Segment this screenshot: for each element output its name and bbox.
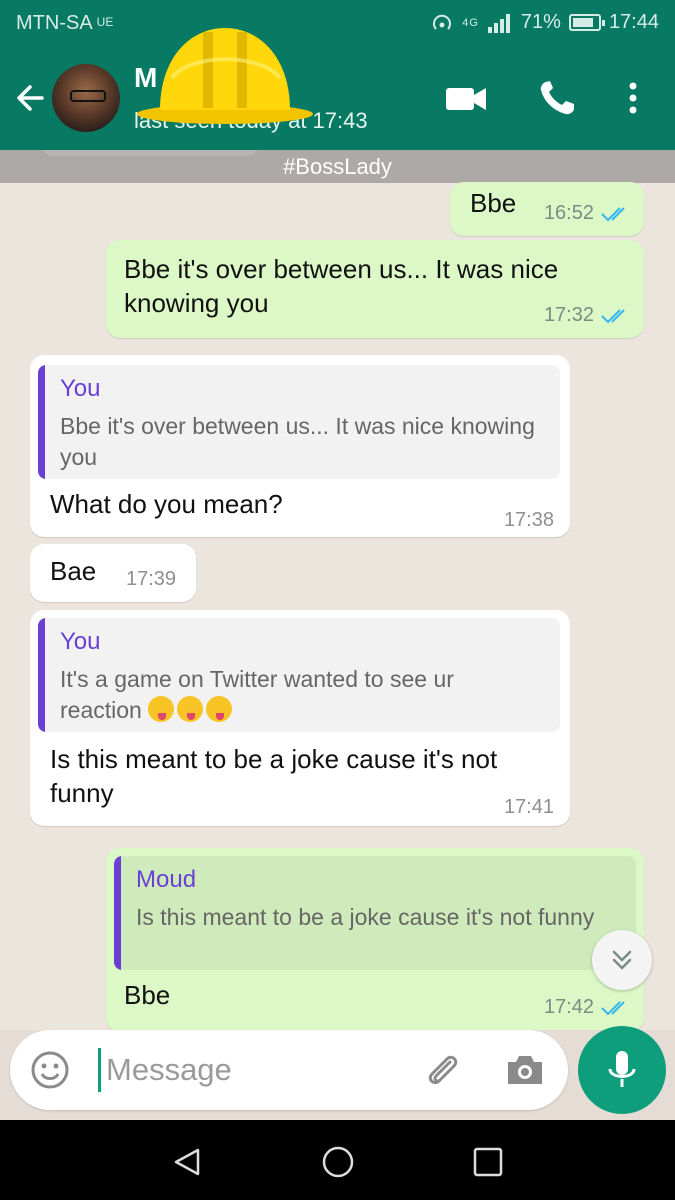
message-bubble-outgoing[interactable]: Bbe 16:52 [450,182,644,236]
read-ticks-icon [601,308,625,323]
message-meta: 17:32 [544,304,630,327]
battery-level [572,18,593,27]
message-bubble-incoming[interactable]: You It's a game on Twitter wanted to see… [30,610,570,826]
message-text: Bbe [470,188,517,218]
message-composer[interactable]: Message [10,1030,568,1110]
hard-hat-sticker-icon [137,28,313,124]
contact-avatar[interactable] [52,64,120,132]
carrier-label: MTN-SA UE [16,12,113,35]
quoted-message[interactable]: Moud Is this meant to be a joke cause it… [114,856,636,970]
nav-back-icon[interactable] [168,1142,208,1182]
signal-icon [487,13,510,33]
quote-accent-bar [114,856,121,970]
camera-icon[interactable] [504,1050,546,1090]
message-time: 17:42 [543,996,594,1018]
message-bubble-incoming[interactable]: Bae 17:39 [30,544,196,602]
status-right: 4G 71% 17:44 [430,11,659,34]
message-text: What do you mean? [50,489,283,519]
message-bubble-outgoing[interactable]: Bbe it's over between us... It was nice … [106,240,644,338]
message-text: Is this meant to be a joke cause it's no… [50,744,498,808]
message-text: Bbe [124,980,171,1010]
battery-percent: 71% [520,11,561,33]
status-bar: MTN-SA UE 4G 71% 17:44 [0,0,675,46]
battery-icon [568,14,605,31]
attach-icon[interactable] [420,1048,464,1092]
scroll-to-bottom-button[interactable] [592,930,652,990]
quote-text: Is this meant to be a joke cause it's no… [136,904,595,930]
video-call-icon[interactable] [444,78,488,118]
message-time: 16:52 [543,202,594,224]
quote-author: Moud [136,866,197,893]
quoted-message[interactable]: You Bbe it's over between us... It was n… [38,365,560,479]
message-time: 17:38 [503,509,554,531]
chat-header: M last seen today at 17:43 [0,28,675,150]
status-time: 17:44 [608,11,659,33]
winking-tongue-emoji-icon [177,696,204,722]
read-ticks-icon [601,206,625,221]
quote-text: It's a game on Twitter wanted to see ur … [60,666,454,723]
voice-call-icon[interactable] [536,78,580,118]
message-time: 17:32 [543,304,594,326]
chat-label-banner: #BossLady [0,150,675,183]
chat-area[interactable]: #BossLady Bbe 16:52 Bbe it's over betwee… [0,150,675,1030]
tongue-emoji-group [148,696,235,723]
read-ticks-icon [601,1000,625,1015]
hotspot-icon [433,14,452,30]
winking-tongue-emoji-icon [206,696,233,722]
message-meta: 17:42 [544,996,630,1019]
message-bubble-outgoing[interactable]: Moud Is this meant to be a joke cause it… [106,848,644,1030]
quote-author: You [60,375,101,402]
quote-accent-bar [38,365,45,479]
emoji-icon[interactable] [30,1050,70,1090]
system-navigation-bar [0,1120,675,1200]
nav-home-icon[interactable] [318,1142,358,1182]
message-bubble-incoming[interactable]: You Bbe it's over between us... It was n… [30,355,570,537]
quote-author: You [60,628,101,655]
quote-text-block: It's a game on Twitter wanted to see ur … [60,664,540,726]
carrier-name: MTN-SA [16,12,93,34]
quote-accent-bar [38,618,45,732]
message-text: Bae [50,556,97,586]
message-time: 17:41 [503,796,554,818]
message-meta: 16:52 [544,202,630,225]
message-time: 17:39 [126,568,177,590]
message-input[interactable]: Message [106,1052,232,1088]
double-chevron-down-icon [612,950,632,970]
more-options-icon[interactable] [616,78,650,118]
voice-record-button[interactable] [578,1026,666,1114]
quote-text: Bbe it's over between us... It was nice … [60,413,535,470]
network-type: 4G [462,16,479,29]
microphone-icon [608,1051,636,1087]
carrier-sub: UE [96,15,114,29]
back-arrow-icon[interactable] [12,80,48,116]
winking-tongue-emoji-icon [148,696,175,722]
text-cursor [98,1048,101,1092]
nav-recents-icon[interactable] [468,1142,508,1182]
quoted-message[interactable]: You It's a game on Twitter wanted to see… [38,618,560,732]
